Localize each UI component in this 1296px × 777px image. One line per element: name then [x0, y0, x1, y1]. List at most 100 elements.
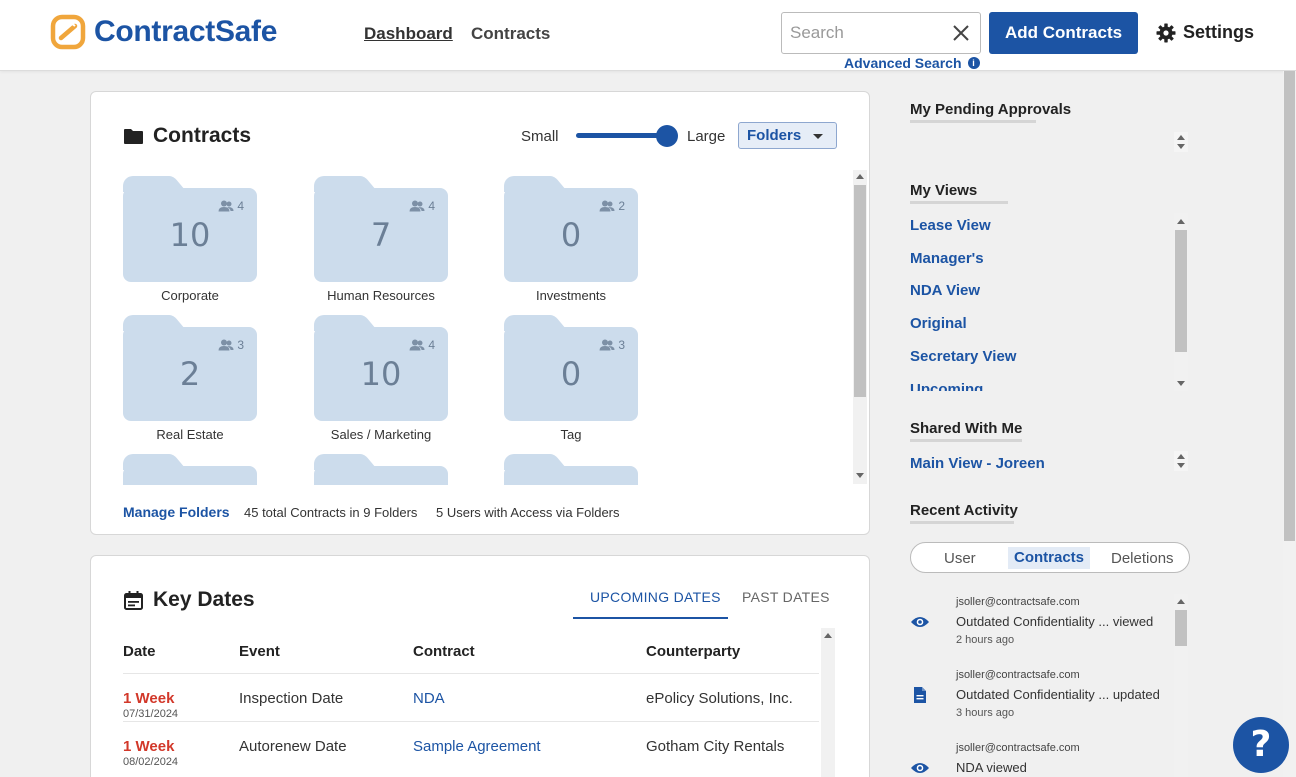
row-relative-date: 1 Week: [123, 738, 175, 755]
search-input[interactable]: [782, 13, 942, 53]
folder-contract-count: 0: [560, 355, 582, 393]
close-icon[interactable]: [950, 22, 972, 44]
scroll-down-icon[interactable]: [1177, 144, 1185, 149]
row-divider: [123, 721, 819, 722]
size-large-label: Large: [687, 128, 726, 145]
users-icon: [599, 339, 615, 351]
column-header-event[interactable]: Event: [239, 643, 280, 660]
my-views-heading: My Views: [910, 182, 978, 199]
tab-user[interactable]: User: [944, 550, 976, 567]
my-views-scrollbar[interactable]: [1174, 213, 1188, 391]
tab-past-dates[interactable]: PAST DATES: [742, 589, 830, 605]
view-link-secretary[interactable]: Secretary View: [910, 348, 1016, 365]
eye-icon: [911, 763, 929, 773]
users-icon: [409, 339, 425, 351]
row-relative-date: 1 Week: [123, 690, 175, 707]
brand-name: ContractSafe: [94, 15, 278, 48]
column-header-counterparty[interactable]: Counterparty: [646, 643, 740, 660]
size-slider-handle[interactable]: [656, 125, 678, 147]
recent-activity-heading: Recent Activity: [910, 502, 1018, 519]
scrollbar-thumb[interactable]: [854, 185, 866, 397]
scroll-down-icon[interactable]: [856, 473, 864, 478]
folder-contract-count: 10: [169, 216, 211, 254]
view-mode-select[interactable]: Folders: [738, 122, 837, 149]
folder-user-count: 3: [237, 338, 244, 352]
page-scrollbar[interactable]: [1283, 71, 1296, 777]
help-button[interactable]: ?: [1233, 717, 1289, 773]
folder-scrollbar[interactable]: [853, 170, 867, 484]
row-divider: [123, 673, 819, 674]
column-header-contract[interactable]: Contract: [413, 643, 475, 660]
scroll-up-icon[interactable]: [1177, 135, 1185, 140]
folder-name: Real Estate: [156, 427, 224, 442]
scroll-up-icon[interactable]: [1177, 219, 1185, 224]
tab-deletions[interactable]: Deletions: [1111, 550, 1174, 567]
activity-user: jsoller@contractsafe.com: [956, 742, 1080, 754]
size-slider-track[interactable]: [576, 133, 668, 138]
shared-view-link[interactable]: Main View - Joreen: [910, 455, 1045, 472]
logo[interactable]: ContractSafe: [50, 14, 277, 50]
scrollbar-thumb[interactable]: [1284, 71, 1295, 541]
scroll-up-icon[interactable]: [1177, 454, 1185, 459]
scroll-down-icon[interactable]: [1177, 463, 1185, 468]
scroll-up-icon[interactable]: [1177, 599, 1185, 604]
manage-folders-link[interactable]: Manage Folders: [123, 504, 230, 520]
key-dates-scrollbar[interactable]: [821, 628, 835, 777]
folder-name: Tag: [560, 427, 582, 442]
scroll-up-icon[interactable]: [824, 633, 832, 638]
search-box: [781, 12, 981, 54]
view-link-upcoming[interactable]: Upcoming: [910, 381, 983, 391]
shared-scrollbar[interactable]: [1174, 451, 1188, 471]
advanced-search-link[interactable]: Advanced Search i: [844, 55, 980, 71]
tab-upcoming-dates[interactable]: UPCOMING DATES: [590, 589, 721, 605]
activity-user: jsoller@contractsafe.com: [956, 669, 1080, 681]
view-mode-value: Folders: [747, 127, 802, 144]
folder-users: 3: [599, 338, 625, 352]
chevron-down-icon: [813, 134, 823, 139]
pending-approvals-scrollbar[interactable]: [1174, 132, 1188, 152]
view-link-nda[interactable]: NDA View: [910, 282, 980, 299]
scrollbar-thumb[interactable]: [1175, 610, 1187, 646]
folder-users: 2: [599, 199, 625, 213]
folder-user-count: 4: [237, 199, 244, 213]
folder-user-count: 3: [618, 338, 625, 352]
folder-body: [123, 466, 257, 485]
my-views-list: Lease View Manager's NDA View Original S…: [905, 213, 1170, 391]
row-counterparty: ePolicy Solutions, Inc.: [646, 690, 793, 707]
contracts-title: Contracts: [123, 124, 251, 148]
info-icon: i: [967, 57, 980, 69]
active-tab-indicator: [573, 617, 728, 619]
settings-button[interactable]: Settings: [1156, 22, 1254, 43]
row-counterparty: Gotham City Rentals: [646, 738, 785, 755]
users-icon: [218, 200, 234, 212]
view-link-managers[interactable]: Manager's: [910, 250, 984, 267]
activity-scrollbar[interactable]: [1174, 594, 1188, 777]
row-event: Inspection Date: [239, 690, 344, 707]
row-contract-link[interactable]: NDA: [413, 690, 445, 707]
column-header-date[interactable]: Date: [123, 643, 156, 660]
folder-users: 3: [218, 338, 244, 352]
folder-name: Human Resources: [327, 288, 435, 303]
scroll-up-icon[interactable]: [856, 174, 864, 179]
view-link-original[interactable]: Original: [910, 315, 967, 332]
nav-dashboard[interactable]: Dashboard: [364, 24, 453, 44]
view-link-lease[interactable]: Lease View: [910, 217, 991, 234]
activity-time: 3 hours ago: [956, 707, 1015, 719]
folder-contract-count: 7: [370, 216, 392, 254]
folder-name: Sales / Marketing: [330, 427, 432, 442]
folder-user-count: 4: [428, 199, 435, 213]
activity-text: NDA viewed: [956, 760, 1027, 775]
nav-contracts[interactable]: Contracts: [471, 24, 550, 44]
row-contract-link[interactable]: Sample Agreement: [413, 738, 541, 755]
add-contracts-button[interactable]: Add Contracts: [989, 12, 1138, 54]
folder-grid: 4 10 Corporate 4 7 Human Resources 2 0 I…: [92, 170, 852, 485]
calendar-icon: [124, 590, 143, 610]
document-icon: [914, 687, 926, 703]
scrollbar-thumb[interactable]: [1175, 230, 1187, 352]
tab-contracts[interactable]: Contracts: [1008, 547, 1091, 569]
size-small-label: Small: [521, 128, 559, 145]
folder-user-count: 2: [618, 199, 625, 213]
folder-contract-count: 10: [360, 355, 402, 393]
scroll-down-icon[interactable]: [1177, 381, 1185, 386]
gear-icon: [1156, 23, 1176, 42]
